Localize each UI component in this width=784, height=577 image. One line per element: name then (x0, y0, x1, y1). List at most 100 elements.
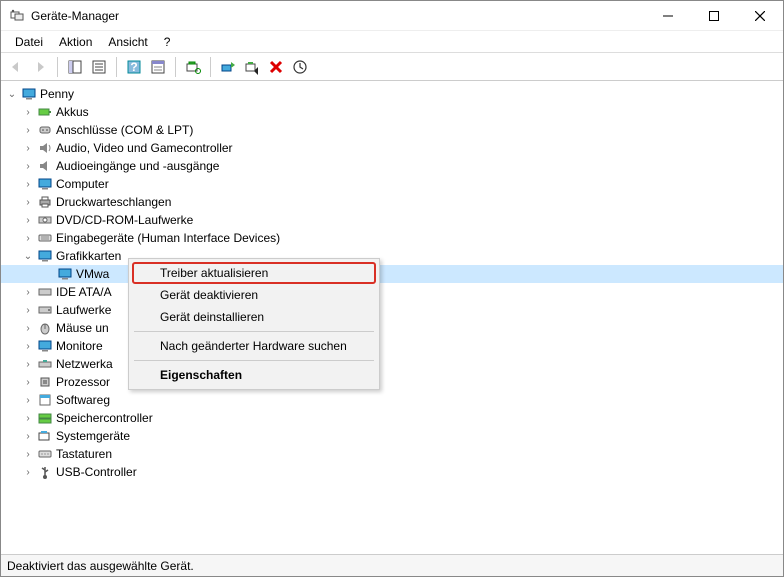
ctx-properties[interactable]: Eigenschaften (132, 364, 376, 386)
tree-item-computer[interactable]: ›Computer (1, 175, 783, 193)
tree-item-dvd[interactable]: ›DVD/CD-ROM-Laufwerke (1, 211, 783, 229)
collapse-icon[interactable]: ⌄ (21, 249, 35, 263)
network-icon (37, 356, 53, 372)
menu-file[interactable]: Datei (7, 33, 51, 51)
menu-help[interactable]: ? (156, 33, 179, 51)
ctx-scan-hardware[interactable]: Nach geänderter Hardware suchen (132, 335, 376, 357)
app-icon (9, 8, 25, 24)
monitor-icon (37, 248, 53, 264)
tree-item-keyboards[interactable]: ›Tastaturen (1, 445, 783, 463)
expand-icon[interactable]: › (21, 177, 35, 191)
toolbar-uninstall-button[interactable] (265, 56, 287, 78)
window-buttons (645, 1, 783, 31)
device-manager-window: Geräte-Manager Datei Aktion Ansicht ? ? (0, 0, 784, 577)
tree-item-ide[interactable]: ›IDE ATA/A (1, 283, 783, 301)
tree-item-mice[interactable]: ›Mäuse un (1, 319, 783, 337)
monitor-icon (37, 338, 53, 354)
toolbar-show-hide-tree-button[interactable] (64, 56, 86, 78)
tree-item-software-devices[interactable]: ›Softwareg (1, 391, 783, 409)
ctx-update-driver[interactable]: Treiber aktualisieren (132, 262, 376, 284)
tree-item-usb[interactable]: ›USB-Controller (1, 463, 783, 481)
mouse-icon (37, 320, 53, 336)
tree-item-batteries[interactable]: ›Akkus (1, 103, 783, 121)
cpu-icon (37, 374, 53, 390)
toolbar-properties-button[interactable] (88, 56, 110, 78)
window-title: Geräte-Manager (31, 9, 645, 23)
tree-item-storage-controllers[interactable]: ›Speichercontroller (1, 409, 783, 427)
monitor-icon (37, 176, 53, 192)
battery-icon (37, 104, 53, 120)
expand-icon[interactable]: › (21, 357, 35, 371)
expand-icon[interactable]: › (21, 231, 35, 245)
toolbar-scan-hardware-button[interactable] (182, 56, 204, 78)
collapse-icon[interactable]: ⌄ (5, 87, 19, 101)
close-button[interactable] (737, 1, 783, 31)
menu-view[interactable]: Ansicht (100, 33, 155, 51)
expand-icon[interactable]: › (21, 447, 35, 461)
expand-icon[interactable]: › (21, 105, 35, 119)
tree-item-audio-io[interactable]: ›Audioeingänge und -ausgänge (1, 157, 783, 175)
ctx-disable-device[interactable]: Gerät deaktivieren (132, 284, 376, 306)
tree-item-ports[interactable]: ›Anschlüsse (COM & LPT) (1, 121, 783, 139)
menubar: Datei Aktion Ansicht ? (1, 31, 783, 53)
tree-item-audio[interactable]: ›Audio, Video und Gamecontroller (1, 139, 783, 157)
titlebar: Geräte-Manager (1, 1, 783, 31)
expand-icon[interactable]: › (21, 123, 35, 137)
drive-icon (37, 284, 53, 300)
tree-item-print-queues[interactable]: ›Druckwarteschlangen (1, 193, 783, 211)
storage-icon (37, 410, 53, 426)
expand-icon[interactable]: › (21, 321, 35, 335)
hid-icon (37, 230, 53, 246)
tree-item-drives[interactable]: ›Laufwerke (1, 301, 783, 319)
toolbar-separator (116, 57, 117, 77)
tree-item-hid[interactable]: ›Eingabegeräte (Human Interface Devices) (1, 229, 783, 247)
expand-icon[interactable]: › (21, 429, 35, 443)
svg-text:?: ? (130, 60, 137, 74)
tree-item-display-adapters[interactable]: ⌄Grafikkarten (1, 247, 783, 265)
printer-icon (37, 194, 53, 210)
toolbar-separator (210, 57, 211, 77)
toolbar-separator (175, 57, 176, 77)
toolbar: ? (1, 53, 783, 81)
ctx-separator (134, 331, 374, 332)
system-icon (37, 428, 53, 444)
ctx-uninstall-device[interactable]: Gerät deinstallieren (132, 306, 376, 328)
tree-item-monitors[interactable]: ›Monitore (1, 337, 783, 355)
tree-root-label: Penny (40, 87, 74, 101)
tree-item-display-device[interactable]: VMwa (1, 265, 783, 283)
usb-icon (37, 464, 53, 480)
expand-icon[interactable]: › (21, 393, 35, 407)
expand-icon[interactable]: › (21, 195, 35, 209)
context-menu: Treiber aktualisieren Gerät deaktivieren… (128, 258, 380, 390)
tree-item-processors[interactable]: ›Prozessor (1, 373, 783, 391)
monitor-icon (57, 266, 73, 282)
toolbar-enable-button[interactable] (289, 56, 311, 78)
tree-root[interactable]: ⌄ Penny (1, 85, 783, 103)
toolbar-property-sheet-button[interactable] (147, 56, 169, 78)
expand-icon[interactable]: › (21, 411, 35, 425)
toolbar-update-driver-button[interactable] (217, 56, 239, 78)
toolbar-help-button[interactable]: ? (123, 56, 145, 78)
speaker-icon (37, 140, 53, 156)
expand-icon[interactable]: › (21, 213, 35, 227)
port-icon (37, 122, 53, 138)
toolbar-disable-button[interactable] (241, 56, 263, 78)
expand-icon[interactable]: › (21, 339, 35, 353)
minimize-button[interactable] (645, 1, 691, 31)
disk-icon (37, 302, 53, 318)
toolbar-separator (57, 57, 58, 77)
toolbar-forward-button[interactable] (29, 56, 51, 78)
expand-icon[interactable]: › (21, 285, 35, 299)
statusbar: Deaktiviert das ausgewählte Gerät. (1, 554, 783, 576)
tree-item-system-devices[interactable]: ›Systemgeräte (1, 427, 783, 445)
device-tree-pane[interactable]: ⌄ Penny ›Akkus ›Anschlüsse (COM & LPT) ›… (1, 81, 783, 554)
expand-icon[interactable]: › (21, 303, 35, 317)
expand-icon[interactable]: › (21, 465, 35, 479)
expand-icon[interactable]: › (21, 375, 35, 389)
tree-item-network[interactable]: ›Netzwerka (1, 355, 783, 373)
expand-icon[interactable]: › (21, 159, 35, 173)
menu-action[interactable]: Aktion (51, 33, 100, 51)
expand-icon[interactable]: › (21, 141, 35, 155)
maximize-button[interactable] (691, 1, 737, 31)
toolbar-back-button[interactable] (5, 56, 27, 78)
